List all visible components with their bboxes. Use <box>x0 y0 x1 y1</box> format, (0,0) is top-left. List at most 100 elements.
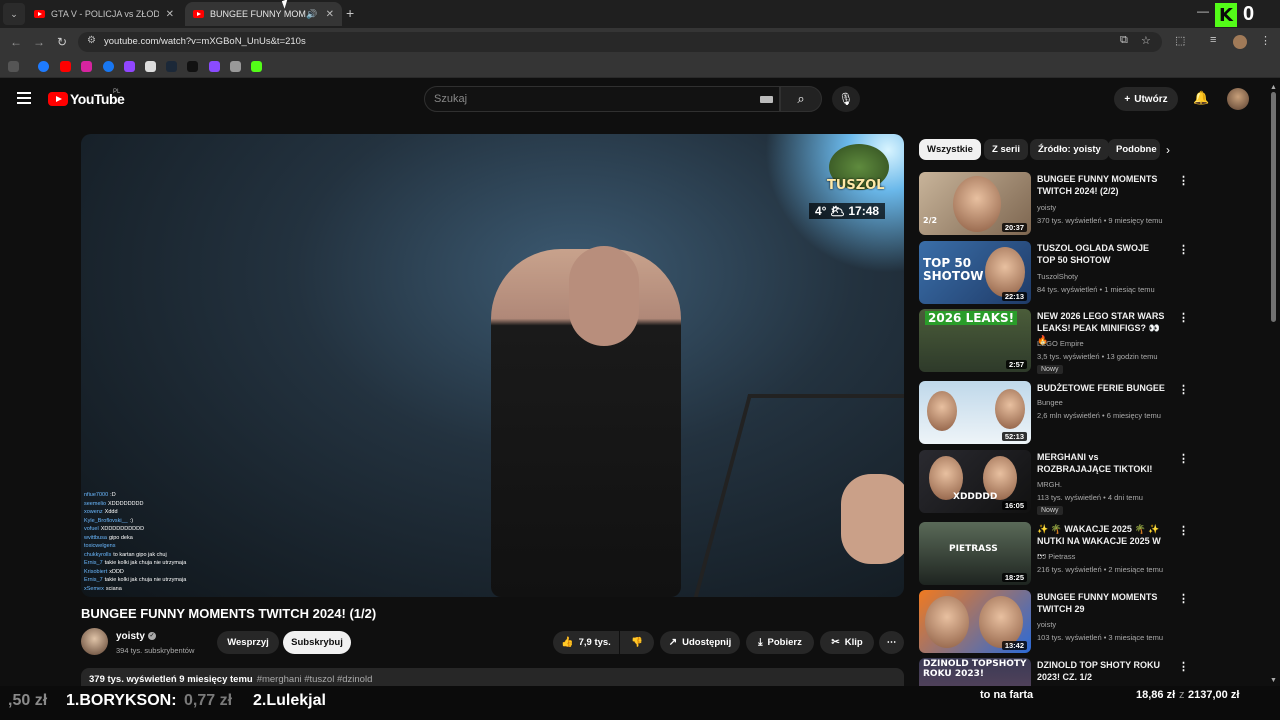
instagram-icon[interactable] <box>81 61 92 72</box>
chip-source[interactable]: Źródło: yoisty <box>1030 139 1109 160</box>
hashtags[interactable]: #merghani #tuszol #dzinold <box>257 674 373 685</box>
create-label: Utwórz <box>1134 93 1168 105</box>
thumbnail[interactable]: 52:13 <box>919 381 1031 444</box>
notifications-bell-icon[interactable]: 🔔 <box>1193 90 1209 106</box>
thumbnail[interactable]: TOP 50 SHOTOW 22:13 <box>919 241 1031 304</box>
chip-all[interactable]: Wszystkie <box>919 139 981 160</box>
keyboard-icon[interactable] <box>760 96 773 103</box>
search-input[interactable] <box>424 86 780 112</box>
rec-channel[interactable]: yoisty <box>1037 620 1056 629</box>
rec-title[interactable]: BUDŻETOWE FERIE BUNGEE <box>1037 382 1167 394</box>
rec-title[interactable]: BUNGEE FUNNY MOMENTS TWITCH 29 <box>1037 591 1167 615</box>
rec-channel[interactable]: MRGH. <box>1037 480 1062 489</box>
bookmark-star-icon[interactable]: ☆ <box>1141 34 1151 47</box>
steam-icon[interactable] <box>166 61 177 72</box>
profile-avatar[interactable] <box>1233 35 1247 49</box>
thumbnail[interactable]: 13:42 <box>919 590 1031 653</box>
chip-series[interactable]: Z serii <box>984 139 1028 160</box>
rec-channel[interactable]: Bungee <box>1037 398 1063 407</box>
scrollbar-thumb[interactable] <box>1271 92 1276 322</box>
more-vertical-icon[interactable]: ⋮ <box>1178 524 1189 537</box>
rec-title[interactable]: BUNGEE FUNNY MOMENTS TWITCH 2024! (2/2) <box>1037 173 1167 197</box>
browser-tab-gta[interactable]: GTA V - POLICJA vs ZŁODZIEJE ✕ <box>26 2 182 26</box>
more-actions-button[interactable]: ⋯ <box>879 631 904 654</box>
new-tab-icon[interactable]: + <box>346 5 354 21</box>
apps-grid-icon[interactable] <box>8 61 19 72</box>
ticker-rank1-amount: 0,77 zł <box>184 692 233 709</box>
more-vertical-icon[interactable]: ⋮ <box>1178 660 1189 673</box>
facebook-icon[interactable] <box>103 61 114 72</box>
clip-button[interactable]: ✂ Klip <box>820 631 874 654</box>
rec-channel[interactable]: TuszolShoty <box>1037 272 1078 281</box>
rec-title[interactable]: MERGHANI vs ROZBRAJAJĄCE TIKTOKI! <box>1037 451 1167 475</box>
url-text[interactable]: youtube.com/watch?v=mXGBoN_UnUs&t=210s <box>104 36 306 47</box>
minimize-window-icon[interactable]: — <box>1197 4 1209 18</box>
site-info-icon[interactable]: ⚙ <box>87 35 96 46</box>
recommendation-item[interactable]: PIETRASS 18:25 ✨ 🌴 WAKACJE 2025 🌴 ✨ NUTK… <box>919 522 1279 586</box>
recommendation-item[interactable]: DZINOLD TOPSHOTY ROKU 2023! DZINOLD TOP … <box>919 658 1279 686</box>
more-vertical-icon[interactable]: ⋮ <box>1178 311 1189 324</box>
close-tab-icon[interactable]: ✕ <box>326 9 334 20</box>
more-vertical-icon[interactable]: ⋮ <box>1178 243 1189 256</box>
thumbnail[interactable]: XDDDDD 16:05 <box>919 450 1031 513</box>
rec-channel[interactable]: LEGO Empire <box>1037 339 1084 348</box>
streamlabs-icon[interactable] <box>209 61 220 72</box>
rec-channel[interactable]: yoisty <box>1037 203 1056 212</box>
back-icon[interactable]: ← <box>10 35 22 49</box>
thumbnail[interactable]: 2/2 20:37 <box>919 172 1031 235</box>
dislike-button[interactable]: 👎 <box>620 631 654 654</box>
twitch-icon[interactable] <box>124 61 135 72</box>
browser-menu-icon[interactable]: ⋮ <box>1260 34 1271 47</box>
download-button[interactable]: ⤓ Pobierz <box>746 631 814 654</box>
tiktok-icon[interactable] <box>187 61 198 72</box>
rec-title[interactable]: DZINOLD TOP SHOTY ROKU 2023! CZ. 1/2 <box>1037 659 1167 683</box>
thumbnail-face <box>995 389 1025 429</box>
more-vertical-icon[interactable]: ⋮ <box>1178 383 1189 396</box>
recommendation-item[interactable]: 52:13 BUDŻETOWE FERIE BUNGEE Bungee 2,6 … <box>919 381 1279 445</box>
chevron-right-icon[interactable]: › <box>1166 143 1170 157</box>
reload-icon[interactable]: ↻ <box>57 35 67 49</box>
recommendation-item[interactable]: 2026 LEAKS! 2:57 NEW 2026 LEGO STAR WARS… <box>919 309 1279 374</box>
like-button[interactable]: 👍 7,9 tys. <box>553 631 619 654</box>
browser-tab-bungee[interactable]: BUNGEE FUNNY MOMENTS 🔊 ✕ <box>185 2 342 26</box>
recommendation-item[interactable]: XDDDDD 16:05 MERGHANI vs ROZBRAJAJĄCE TI… <box>919 450 1279 515</box>
kick-icon[interactable] <box>251 61 262 72</box>
tab-search-button[interactable]: ⌄ <box>3 3 25 25</box>
recommendation-item[interactable]: TOP 50 SHOTOW 22:13 TUSZOL OGLADA SWOJE … <box>919 241 1279 305</box>
search-button[interactable]: ⌕ <box>780 86 822 112</box>
youtube-icon[interactable] <box>60 61 71 72</box>
scroll-up-arrow-icon[interactable]: ▲ <box>1270 84 1277 91</box>
channel-avatar[interactable] <box>81 628 108 655</box>
apple-icon[interactable] <box>230 61 241 72</box>
support-button[interactable]: Wesprzyj <box>217 631 279 654</box>
create-button[interactable]: + Utwórz <box>1114 87 1178 111</box>
forward-icon[interactable]: → <box>33 35 45 49</box>
extensions-icon[interactable]: ⬚ <box>1175 34 1185 47</box>
rec-title[interactable]: TUSZOL OGLADA SWOJE TOP 50 SHOTOW <box>1037 242 1167 266</box>
subscribe-button[interactable]: Subskrybuj <box>283 631 351 654</box>
install-app-icon[interactable]: ⧉ <box>1120 34 1128 47</box>
channel-name[interactable]: yoisty <box>116 631 145 642</box>
menu-hamburger-icon[interactable] <box>17 92 31 104</box>
share-button[interactable]: ↗ Udostępnij <box>660 631 740 654</box>
thumbnail[interactable]: DZINOLD TOPSHOTY ROKU 2023! <box>919 658 1031 686</box>
more-vertical-icon[interactable]: ⋮ <box>1178 452 1189 465</box>
account-avatar[interactable] <box>1227 88 1249 110</box>
video-player[interactable]: TUSZOL 4° 🌥 17:48 nfiue7000:D seemelio XD… <box>81 134 904 597</box>
chip-related[interactable]: Podobne <box>1108 139 1160 160</box>
close-tab-icon[interactable]: ✕ <box>166 9 174 20</box>
thumbnail[interactable]: PIETRASS 18:25 <box>919 522 1031 585</box>
recommendation-item[interactable]: 2/2 20:37 BUNGEE FUNNY MOMENTS TWITCH 20… <box>919 172 1279 236</box>
messenger-icon[interactable] <box>38 61 49 72</box>
audio-playing-icon[interactable]: 🔊 <box>306 9 317 20</box>
scroll-down-arrow-icon[interactable]: ▼ <box>1270 677 1277 684</box>
tipply-icon[interactable] <box>145 61 156 72</box>
youtube-logo-icon[interactable] <box>48 92 68 106</box>
more-vertical-icon[interactable]: ⋮ <box>1178 592 1189 605</box>
recommendation-item[interactable]: 13:42 BUNGEE FUNNY MOMENTS TWITCH 29 yoi… <box>919 590 1279 654</box>
media-control-icon[interactable]: ≡ <box>1210 34 1216 46</box>
voice-search-mic-icon[interactable]: 🎙 <box>832 86 860 112</box>
rec-channel[interactable]: DJ Pietrass <box>1037 552 1075 561</box>
thumbnail[interactable]: 2026 LEAKS! 2:57 <box>919 309 1031 372</box>
more-vertical-icon[interactable]: ⋮ <box>1178 174 1189 187</box>
